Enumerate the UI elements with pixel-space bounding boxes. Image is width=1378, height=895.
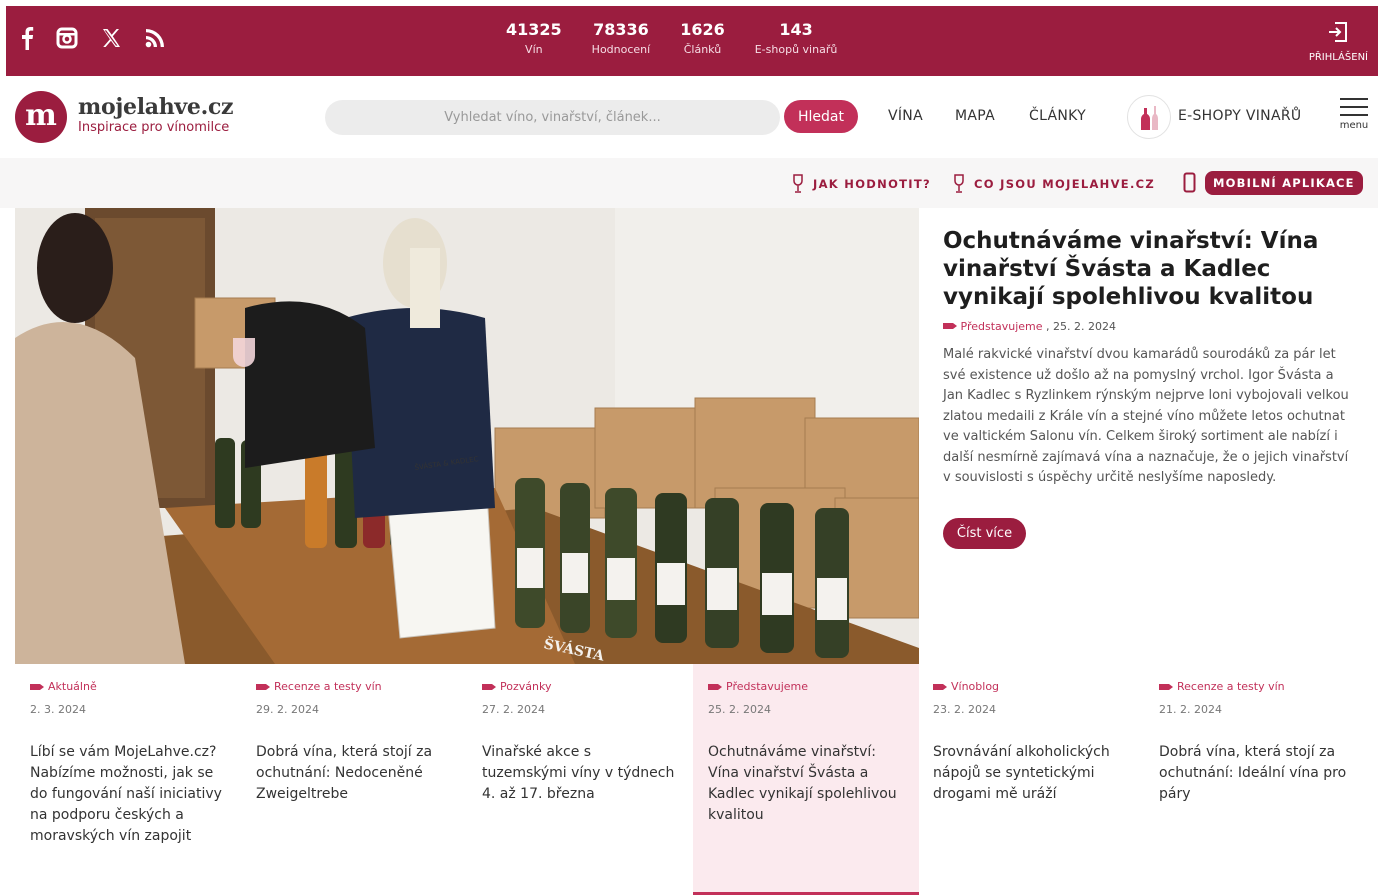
rss-icon[interactable] <box>144 27 166 49</box>
tag-icon <box>708 683 722 690</box>
wine-glass-icon <box>793 174 803 193</box>
hero-excerpt: Malé rakvické vinařství dvou kamarádů so… <box>943 347 1349 485</box>
mobile-app-button[interactable]: MOBILNÍ APLIKACE <box>1205 171 1363 195</box>
menu-label: menu <box>1339 120 1369 131</box>
tag-icon <box>933 683 947 690</box>
instagram-icon[interactable] <box>56 27 78 49</box>
card-date: 25. 2. 2024 <box>708 703 771 716</box>
hero-date: , 25. 2. 2024 <box>1046 320 1117 333</box>
card-title[interactable]: Vinařské akce s tuzemskými víny v týdnec… <box>482 742 678 805</box>
logo-tagline: Inspirace pro vínomilce <box>78 120 230 135</box>
read-more-button[interactable]: Číst více <box>943 518 1026 549</box>
hero-image[interactable]: ŠVÁSTA ŠVÁSTA & KADLEC <box>15 208 919 664</box>
search-input[interactable] <box>325 100 780 135</box>
stat-label: Článků <box>683 43 722 56</box>
hero-meta: Představujeme , 25. 2. 2024 <box>943 320 1116 333</box>
login-label: PŘIHLÁŠENÍ <box>1308 52 1368 63</box>
nav-map[interactable]: MAPA <box>955 108 995 124</box>
stat-number: 143 <box>779 20 813 39</box>
card-date: 27. 2. 2024 <box>482 703 545 716</box>
article-card[interactable]: Recenze a testy vín 21. 2. 2024 Dobrá ví… <box>1144 664 1370 895</box>
tag-icon <box>482 683 496 690</box>
tag-icon <box>256 683 270 690</box>
card-category[interactable]: Vínoblog <box>933 680 1129 693</box>
article-card[interactable]: Recenze a testy vín 29. 2. 2024 Dobrá ví… <box>241 664 467 895</box>
hero-category[interactable]: Představujeme <box>961 320 1043 333</box>
nav-eshops[interactable]: E-SHOPY VINAŘŮ <box>1178 108 1301 124</box>
wine-glass-icon <box>954 174 964 193</box>
how-to-rate-link[interactable]: JAK HODNOTIT? <box>813 177 931 191</box>
stat-wines[interactable]: 41325 Vín <box>506 20 562 58</box>
search-button[interactable]: Hledat <box>784 100 858 133</box>
wine-bottles-icon[interactable] <box>1127 95 1171 139</box>
article-card[interactable]: Aktuálně 2. 3. 2024 Líbí se vám MojeLahv… <box>15 664 241 895</box>
tag-icon <box>30 683 44 690</box>
stat-articles[interactable]: 1626 Článků <box>680 20 725 58</box>
card-title[interactable]: Líbí se vám MojeLahve.cz? Nabízíme možno… <box>30 742 226 847</box>
login-button[interactable]: PŘIHLÁŠENÍ <box>1309 20 1368 63</box>
site-header: m mojelahve.cz Inspirace pro vínomilce H… <box>0 76 1378 158</box>
menu-button[interactable]: menu <box>1336 98 1372 131</box>
logo-mark[interactable]: m <box>15 91 67 143</box>
site-stats: 41325 Vín 78336 Hodnocení 1626 Článků 14… <box>506 20 837 58</box>
about-link[interactable]: CO JSOU MOJELAHVE.CZ <box>974 177 1155 191</box>
stat-label: Hodnocení <box>591 43 651 56</box>
social-links <box>20 26 166 50</box>
facebook-icon[interactable] <box>20 26 34 50</box>
stat-label: E-shopů vinařů <box>754 43 838 56</box>
tag-icon <box>943 323 957 329</box>
card-title[interactable]: Srovnávání alkoholických nápojů se synte… <box>933 742 1129 805</box>
card-title[interactable]: Dobrá vína, která stojí za ochutnání: Ne… <box>256 742 452 805</box>
article-card[interactable]: Pozvánky 27. 2. 2024 Vinařské akce s tuz… <box>467 664 693 895</box>
stat-ratings[interactable]: 78336 Hodnocení <box>592 20 651 58</box>
card-date: 23. 2. 2024 <box>933 703 996 716</box>
article-card-active[interactable]: Představujeme 25. 2. 2024 Ochutnáváme vi… <box>693 664 919 895</box>
nav-articles[interactable]: ČLÁNKY <box>1029 108 1086 124</box>
article-card[interactable]: Vínoblog 23. 2. 2024 Srovnávání alkoholi… <box>918 664 1144 895</box>
card-date: 21. 2. 2024 <box>1159 703 1222 716</box>
card-category[interactable]: Představujeme <box>708 680 904 693</box>
logo-name[interactable]: mojelahve.cz <box>78 94 234 120</box>
info-bar: JAK HODNOTIT? CO JSOU MOJELAHVE.CZ MOBIL… <box>0 158 1378 208</box>
hamburger-icon <box>1340 98 1368 100</box>
x-icon[interactable] <box>100 27 122 49</box>
card-date: 2. 3. 2024 <box>30 703 86 716</box>
stat-number: 1626 <box>680 20 725 39</box>
tag-icon <box>1159 683 1173 690</box>
stat-number: 78336 <box>593 20 649 39</box>
top-stats-bar: 41325 Vín 78336 Hodnocení 1626 Článků 14… <box>6 6 1378 76</box>
stat-eshops[interactable]: 143 E-shopů vinařů <box>755 20 838 58</box>
card-title[interactable]: Dobrá vína, která stojí za ochutnání: Id… <box>1159 742 1355 805</box>
card-category[interactable]: Recenze a testy vín <box>1159 680 1355 693</box>
card-date: 29. 2. 2024 <box>256 703 319 716</box>
stat-number: 41325 <box>506 20 562 39</box>
phone-icon <box>1183 172 1196 193</box>
card-title[interactable]: Ochutnáváme vinařství: Vína vinařství Šv… <box>708 742 904 826</box>
stat-label: Vín <box>525 43 543 56</box>
nav-wines[interactable]: VÍNA <box>888 108 923 124</box>
card-category[interactable]: Aktuálně <box>30 680 226 693</box>
hero-title[interactable]: Ochutnáváme vinařství: Vína vinařství Šv… <box>943 227 1363 311</box>
card-category[interactable]: Recenze a testy vín <box>256 680 452 693</box>
login-icon <box>1329 22 1348 42</box>
card-category[interactable]: Pozvánky <box>482 680 678 693</box>
